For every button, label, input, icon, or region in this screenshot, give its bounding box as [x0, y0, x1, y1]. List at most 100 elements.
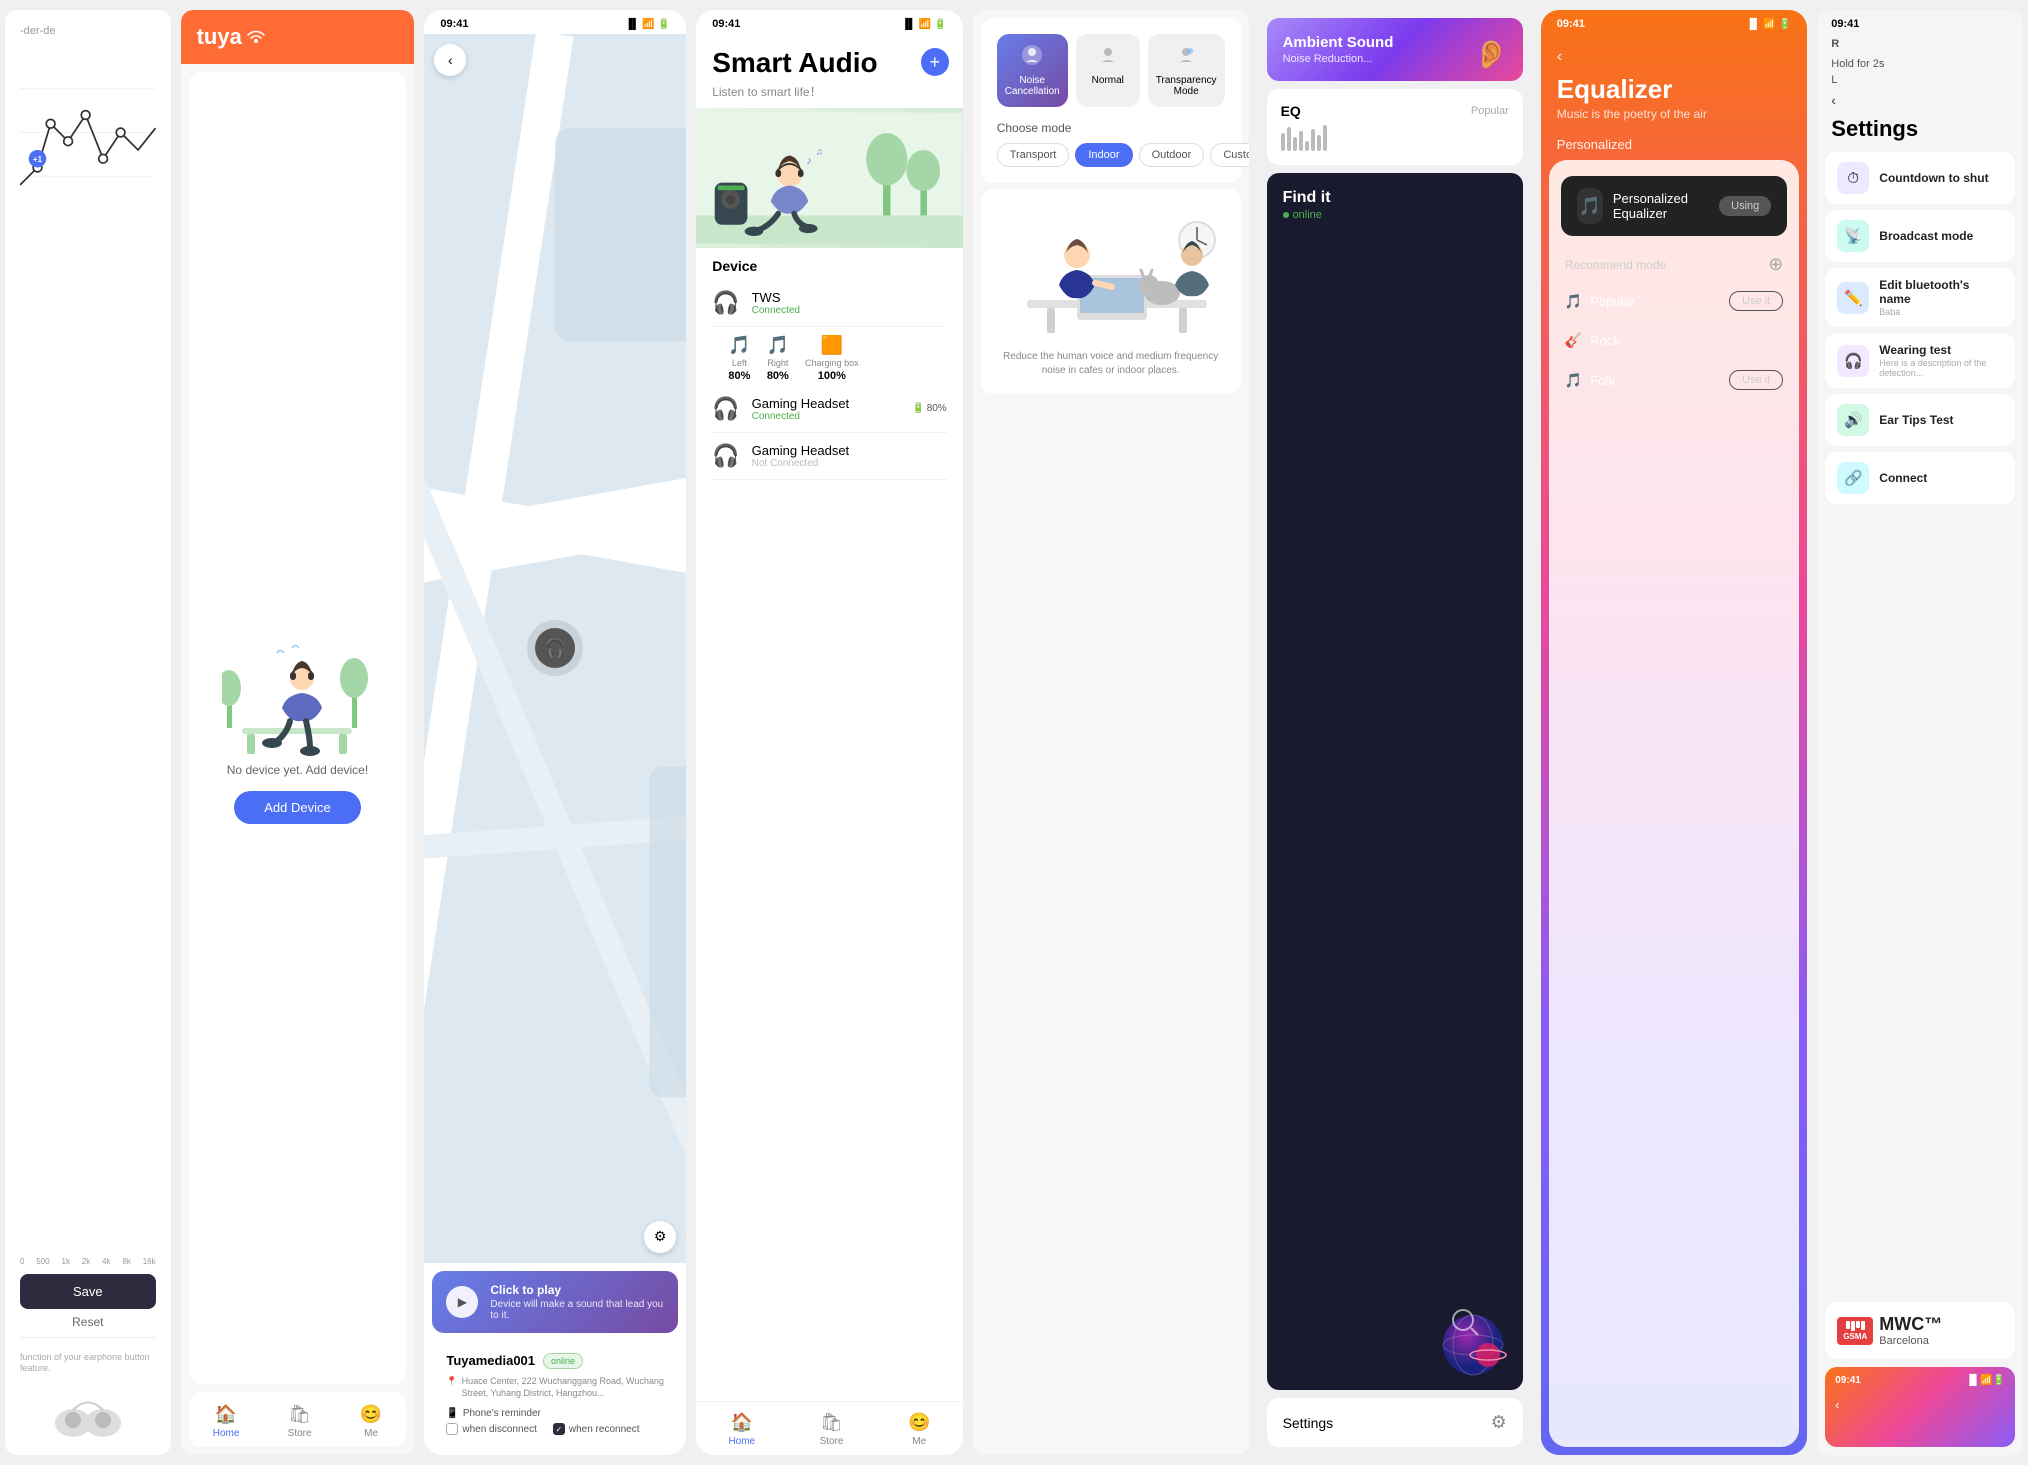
smart-audio-illustration: ♪ ♫ — [696, 108, 963, 248]
transport-btn[interactable]: Transport — [997, 143, 1070, 167]
rock-label: Rock — [1590, 333, 1620, 348]
nav-home[interactable]: 🏠 Home — [213, 1404, 240, 1439]
smart-audio-time: 09:41 — [712, 18, 740, 30]
personalized-card[interactable]: 🎵 Personalized Equalizer Using — [1561, 176, 1788, 236]
letter-l: L — [1817, 72, 2023, 88]
mode-row-popular[interactable]: 🎵 Popular Use it — [1549, 281, 1800, 322]
me-icon: 😊 — [360, 1404, 382, 1425]
main-container: -der-de +1 0 500 — [0, 0, 2028, 1465]
anc-illustration: Reduce the human voice and medium freque… — [981, 189, 1241, 394]
disconnect-checkbox[interactable] — [446, 1423, 458, 1435]
location-address: Huace Center, 222 Wuchanggang Road, Wuch… — [462, 1375, 665, 1400]
online-dot — [1283, 212, 1289, 218]
add-device-button[interactable]: Add Device — [234, 791, 360, 824]
custom-btn[interactable]: Custom — [1210, 143, 1248, 167]
settings-item-wearing[interactable]: 🎧 Wearing test Here is a description of … — [1825, 333, 2015, 388]
battery-right: 🎵 Right 80% — [767, 335, 789, 382]
mode-buttons: Transport Indoor Outdoor Custom — [997, 143, 1225, 167]
tuya-brand-text: tuya — [197, 24, 242, 50]
wearing-name: Wearing test — [1879, 343, 2003, 357]
settings-item-broadcast[interactable]: 📡 Broadcast mode — [1825, 210, 2015, 262]
bottom-desc: function of your earphone button feature… — [20, 1352, 156, 1375]
connect-text: Connect — [1879, 471, 2003, 485]
mini-back-button[interactable]: ‹ — [1825, 1394, 2015, 1416]
recommend-header: Recommend mode ⊕ — [1549, 248, 1800, 281]
play-subtitle: Device will make a sound that lead you t… — [490, 1299, 664, 1321]
map-status-bar: 09:41 ▐▌ 📶 🔋 — [424, 10, 686, 34]
normal-icon — [1084, 44, 1132, 71]
headset2-icon: 🎧 — [712, 443, 739, 469]
mini-time: 09:41 — [1835, 1375, 1861, 1386]
map-panel: 09:41 ▐▌ 📶 🔋 — [424, 10, 686, 1455]
gsma-bar-4 — [1861, 1321, 1865, 1330]
settings-item-bluetooth[interactable]: ✏️ Edit bluetooth's name Baba — [1825, 268, 2015, 327]
reconnect-option[interactable]: ✓ when reconnect — [553, 1423, 640, 1435]
settings-item-ear-tips[interactable]: 🔊 Ear Tips Test — [1825, 394, 2015, 446]
personalized-icon: 🎵 — [1577, 188, 1603, 224]
settings-card[interactable]: Settings ⚙ — [1267, 1398, 1523, 1447]
disconnect-option[interactable]: when disconnect — [446, 1423, 537, 1435]
anc-mode-transparency[interactable]: Transparency Mode — [1148, 34, 1225, 107]
reconnect-checkbox[interactable]: ✓ — [553, 1423, 565, 1435]
device-item-headset1[interactable]: 🎧 Gaming Headset Connected 🔋 80% — [712, 386, 947, 433]
mode-row-rock[interactable]: 🎸 Rock — [1549, 322, 1800, 360]
gsma-bar-1 — [1846, 1321, 1850, 1329]
settings-item-countdown[interactable]: ⏱ Countdown to shut — [1825, 152, 2015, 204]
eq-bar-1 — [1281, 133, 1285, 151]
headset2-info: Gaming Headset Not Connected — [752, 443, 947, 469]
map-settings-button[interactable]: ⚙ — [644, 1221, 676, 1253]
ear-tips-icon: 🔊 — [1837, 404, 1869, 436]
add-plus-button[interactable]: + — [921, 48, 949, 76]
headset1-icon: 🎧 — [712, 396, 739, 422]
eq-status-bar: 09:41 ▐▌ 📶 🔋 — [1541, 10, 1808, 34]
smart-me-icon: 😊 — [908, 1412, 930, 1433]
eq-bar-4 — [1299, 131, 1303, 151]
device-item-headset2[interactable]: 🎧 Gaming Headset Not Connected — [712, 433, 947, 480]
eq-graph-area: +1 — [20, 45, 156, 1253]
settings-item-connect[interactable]: 🔗 Connect — [1825, 452, 2015, 504]
gsma-bar-3 — [1856, 1321, 1860, 1328]
transparency-label: Transparency Mode — [1156, 75, 1217, 97]
nav-me[interactable]: 😊 Me — [360, 1404, 382, 1439]
indoor-btn[interactable]: Indoor — [1075, 143, 1132, 167]
mwc-title: MWC™ — [1879, 1314, 1942, 1335]
broadcast-name: Broadcast mode — [1879, 229, 2003, 243]
case-pct: 100% — [818, 370, 846, 382]
eq-bar-7 — [1317, 135, 1321, 151]
find-visual-svg — [1433, 1300, 1513, 1380]
ear-icon: 👂 — [1474, 38, 1509, 71]
folk-use-it-btn[interactable]: Use it — [1729, 370, 1783, 390]
reminder-options: when disconnect ✓ when reconnect — [446, 1423, 664, 1435]
outdoor-btn[interactable]: Outdoor — [1139, 143, 1205, 167]
tws-name: TWS — [752, 290, 947, 305]
save-button[interactable]: Save — [20, 1274, 156, 1309]
settings-back-button[interactable]: ‹ — [1817, 88, 2023, 112]
mode-row-folk[interactable]: 🎵 Folk Use it — [1549, 360, 1800, 401]
anc-mode-normal[interactable]: Normal — [1076, 34, 1140, 107]
tws-info: TWS Connected — [752, 290, 947, 316]
find-card[interactable]: Find it online — [1267, 173, 1523, 1390]
smart-nav-store[interactable]: 🛍 Store — [820, 1412, 844, 1447]
tws-battery-group: 🎵 Left 80% 🎵 Right 80% 🟧 Charging box 10… — [712, 327, 947, 386]
reconnect-label: when reconnect — [569, 1424, 640, 1435]
battery-icon-map: 🔋 — [658, 19, 670, 30]
popular-use-it-btn[interactable]: Use it — [1729, 291, 1783, 311]
find-title: Find it — [1283, 189, 1507, 207]
anc-mode-nc[interactable]: Noise Cancellation — [997, 34, 1068, 107]
wearing-icon: 🎧 — [1837, 345, 1869, 377]
smart-nav-home[interactable]: 🏠 Home — [728, 1412, 755, 1447]
left-earbud-icon: 🎵 — [728, 335, 750, 356]
mwc-badge: GSMA MWC™ Barcelona — [1825, 1302, 2015, 1359]
battery-pct-h1: 80% — [927, 403, 947, 414]
ambient-card[interactable]: Ambient Sound Noise Reduction... 👂 — [1267, 18, 1523, 81]
eq-card[interactable]: EQ Popular — [1267, 89, 1523, 165]
case-label: Charging box — [805, 358, 859, 368]
gsma-bars — [1846, 1321, 1865, 1331]
play-button[interactable]: ▶ — [446, 1286, 478, 1318]
settings-page-title: Settings — [1817, 112, 2023, 152]
nav-store[interactable]: 🛍 Store — [288, 1404, 312, 1439]
smart-nav-me[interactable]: 😊 Me — [908, 1412, 930, 1447]
eq-back-button[interactable]: ‹ — [1557, 48, 1792, 66]
disconnect-label: when disconnect — [462, 1424, 537, 1435]
device-item-tws[interactable]: 🎧 TWS Connected — [712, 280, 947, 327]
